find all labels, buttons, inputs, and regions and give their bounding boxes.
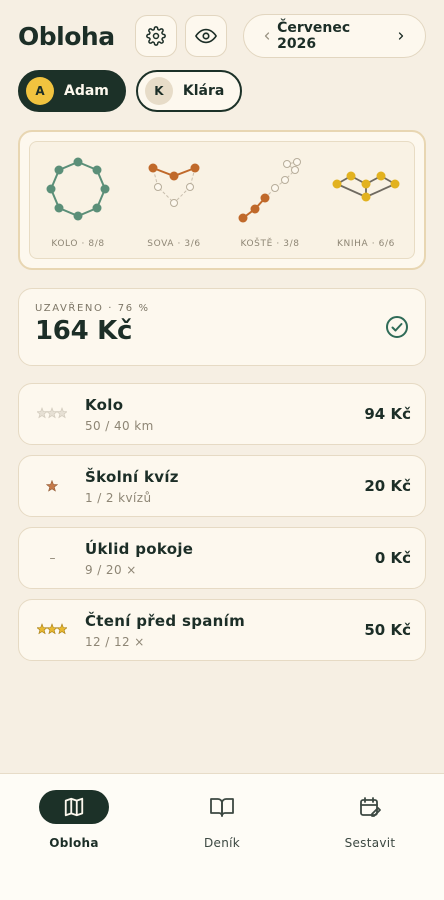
user-chip-adam[interactable]: A Adam: [18, 70, 126, 112]
goal-name: Úklid pokoje: [85, 539, 194, 558]
goal-card-kolo[interactable]: Kolo 50 / 40 km 94 Kč: [18, 383, 426, 445]
app-title: Obloha: [18, 21, 115, 51]
summary-value: 164 Kč: [35, 316, 133, 346]
nav-pill: [187, 790, 257, 824]
constellation-sova-graphic: [148, 163, 200, 207]
constellation-kniha[interactable]: KNIHA · 6/6: [321, 142, 411, 249]
goal-card-cteni-pred-spanim[interactable]: Čtení před spaním 12 / 12 × 50 Kč: [18, 599, 426, 661]
summary-card: UZAVŘENO · 76 % 164 Kč: [18, 288, 426, 366]
nav-item-obloha[interactable]: Obloha: [0, 774, 148, 900]
constellation-label: KOLO · 8/8: [51, 239, 105, 249]
goal-name: Školní kvíz: [85, 467, 179, 486]
constellation-kniha-graphic: [332, 171, 400, 202]
constellation-label: SOVA · 3/6: [147, 239, 201, 249]
gear-icon: [145, 26, 166, 46]
user-chip-klara[interactable]: K Klára: [135, 70, 243, 112]
star-icon: [46, 480, 58, 492]
settings-button[interactable]: [134, 15, 177, 57]
goal-card-uklid-pokoje[interactable]: – Úklid pokoje 9 / 20 × 0 Kč: [18, 527, 426, 589]
goal-amount: 0 Kč: [374, 549, 411, 567]
month-label: Červenec 2026: [277, 20, 351, 52]
goal-progress: 9 / 20 ×: [85, 562, 137, 577]
star-icon: [37, 407, 67, 419]
next-month-button[interactable]: [391, 26, 411, 46]
bottom-nav: Obloha Deník Sestavit: [0, 773, 444, 900]
goal-progress: 50 / 40 km: [85, 418, 154, 433]
nav-item-sestavit[interactable]: Sestavit: [296, 774, 444, 900]
stars-rating: [33, 480, 71, 492]
user-switcher: A Adam K Klára: [18, 70, 243, 112]
month-picker: Červenec 2026: [242, 14, 426, 58]
nav-pill: [335, 790, 405, 824]
user-name: Klára: [182, 83, 225, 99]
nav-item-denik[interactable]: Deník: [148, 774, 296, 900]
constellation-kolo[interactable]: KOLO · 8/8: [33, 142, 123, 249]
map-icon: [64, 797, 84, 817]
constellation-label: KOŠTĚ · 3/8: [240, 239, 300, 249]
chevron-left-icon: [265, 32, 270, 40]
goal-name: Čtení před spaním: [85, 611, 245, 630]
dash-icon: –: [49, 551, 56, 565]
stars-rating: –: [33, 551, 71, 565]
goal-name: Kolo: [85, 395, 124, 414]
visibility-button[interactable]: [184, 15, 227, 57]
constellation-label: KNIHA · 6/6: [337, 239, 395, 249]
stars-rating: [33, 407, 71, 421]
goal-progress: 1 / 2 kvízů: [85, 490, 152, 505]
constellation-kolo-graphic: [46, 157, 110, 221]
nav-label: Obloha: [49, 836, 99, 850]
prev-month-button[interactable]: [258, 26, 278, 46]
constellation-row: KOLO · 8/8 SOVA · 3/6 KOŠTĚ · 3/8 KNIHA …: [29, 141, 415, 259]
goal-amount: 94 Kč: [364, 405, 411, 423]
eye-icon: [194, 28, 217, 44]
nav-label: Sestavit: [344, 836, 396, 850]
goal-progress: 12 / 12 ×: [85, 634, 145, 649]
nav-pill: [39, 790, 109, 824]
chevron-right-icon: [399, 32, 404, 40]
calendar-edit-icon: [360, 797, 381, 817]
constellation-koste[interactable]: KOŠTĚ · 3/8: [225, 142, 315, 249]
constellation-koste-graphic: [238, 158, 301, 223]
summary-label: UZAVŘENO · 76 %: [35, 303, 150, 314]
avatar: A: [26, 77, 54, 105]
goal-amount: 20 Kč: [364, 477, 411, 495]
nav-label: Deník: [203, 836, 240, 850]
sky-card: KOLO · 8/8 SOVA · 3/6 KOŠTĚ · 3/8 KNIHA …: [18, 130, 426, 270]
goal-amount: 50 Kč: [364, 621, 411, 639]
check-circle-icon: [386, 316, 408, 338]
stars-rating: [33, 623, 71, 637]
book-icon: [210, 798, 234, 817]
user-name: Adam: [64, 83, 109, 99]
avatar: K: [144, 77, 173, 105]
constellation-sova[interactable]: SOVA · 3/6: [129, 142, 219, 249]
goal-card-skolni-kviz[interactable]: Školní kvíz 1 / 2 kvízů 20 Kč: [18, 455, 426, 517]
star-icon: [37, 623, 67, 635]
header: Obloha Červenec 2026: [18, 14, 426, 58]
